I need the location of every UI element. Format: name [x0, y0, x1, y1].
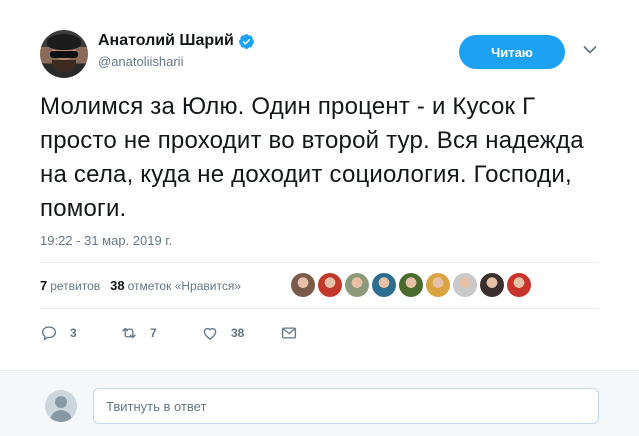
- liker-avatar[interactable]: [372, 273, 396, 297]
- retweets-label: ретвитов: [50, 279, 101, 293]
- avatar-head: [55, 396, 67, 408]
- avatar-hair: [47, 34, 81, 50]
- verified-badge-icon: [238, 33, 254, 49]
- retweet-count: 7: [150, 326, 157, 340]
- avatar-beard: [52, 60, 76, 73]
- heart-icon: [203, 327, 217, 340]
- engagement-stats: 7 ретвитов 38 отметок «Нравится»: [40, 278, 241, 293]
- liker-avatar[interactable]: [453, 273, 477, 297]
- reply-count: 3: [70, 326, 77, 340]
- liker-avatar[interactable]: [291, 273, 315, 297]
- divider-bottom: [40, 308, 599, 309]
- author-name[interactable]: Анатолий Шарий: [98, 32, 234, 50]
- author-avatar[interactable]: [40, 30, 88, 78]
- liker-avatar[interactable]: [480, 273, 504, 297]
- author-handle[interactable]: @anatoliisharii: [98, 54, 255, 69]
- like-count: 38: [231, 326, 245, 340]
- liker-avatar[interactable]: [318, 273, 342, 297]
- tweet-text: Молимся за Юлю. Один процент - и Кусок Г…: [40, 93, 584, 222]
- liker-avatar[interactable]: [507, 273, 531, 297]
- direct-message-action[interactable]: [280, 324, 298, 342]
- reply-icon: [41, 326, 57, 341]
- liker-avatar[interactable]: [426, 273, 450, 297]
- divider-top: [40, 262, 599, 263]
- tweet-card: Анатолий Шарий @anatoliisharii Читаю Мол…: [0, 0, 639, 370]
- user-avatar: [45, 390, 77, 422]
- liker-avatar[interactable]: [399, 273, 423, 297]
- author-name-row: Анатолий Шарий: [98, 32, 255, 50]
- retweet-action[interactable]: 7: [120, 324, 157, 342]
- tweet-timestamp[interactable]: 19:22 - 31 мар. 2019 г.: [40, 233, 172, 248]
- likes-stat[interactable]: 38 отметок «Нравится»: [110, 278, 241, 293]
- likers-avatars: [291, 273, 531, 297]
- liker-avatar[interactable]: [345, 273, 369, 297]
- author-info: Анатолий Шарий @anatoliisharii: [98, 32, 255, 69]
- avatar-glasses: [50, 51, 78, 58]
- likes-label: отметок «Нравится»: [127, 279, 241, 293]
- chevron-down-icon[interactable]: [583, 45, 597, 55]
- tweet-actions: 3 7 38: [40, 324, 340, 342]
- envelope-icon: [281, 327, 297, 339]
- retweet-icon: [122, 327, 136, 339]
- retweets-stat[interactable]: 7 ретвитов: [40, 278, 100, 293]
- reply-input[interactable]: [93, 388, 599, 424]
- like-action[interactable]: 38: [201, 324, 244, 342]
- avatar-body: [50, 410, 72, 422]
- retweets-count: 7: [40, 278, 48, 293]
- reply-action[interactable]: 3: [40, 324, 77, 342]
- following-button[interactable]: Читаю: [459, 35, 565, 69]
- reply-area: [0, 370, 639, 436]
- likes-count: 38: [110, 278, 125, 293]
